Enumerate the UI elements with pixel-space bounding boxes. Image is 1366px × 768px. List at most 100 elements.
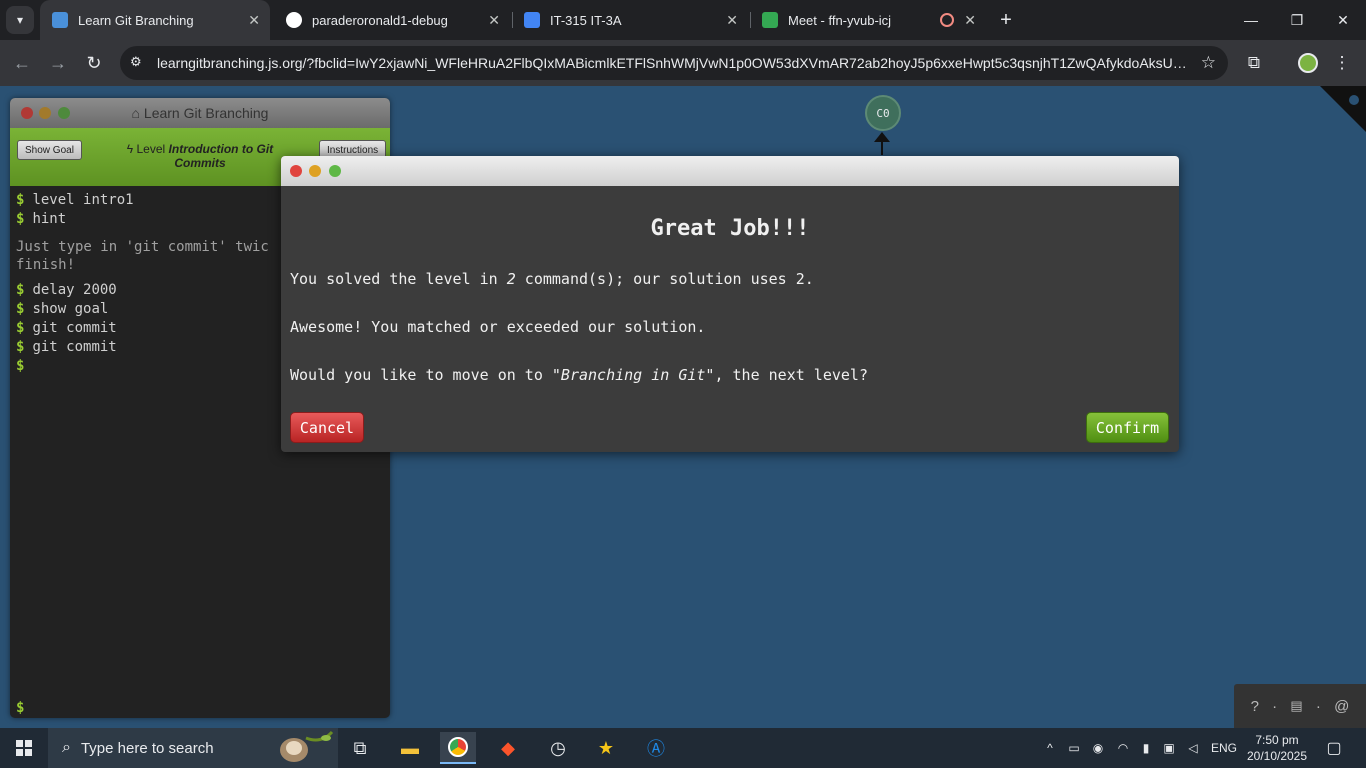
address-bar[interactable]: ⚙ learngitbranching.js.org/?fbclid=IwY2x… [120, 46, 1228, 80]
reload-button[interactable]: ↻ [80, 49, 108, 77]
app-store-icon[interactable]: Ⓐ [638, 732, 674, 764]
volume-icon[interactable]: ◁ [1182, 728, 1204, 768]
github-corner-icon[interactable] [1320, 86, 1366, 132]
chevron-down-icon: ▾ [16, 13, 24, 27]
dialog-text: Would you like to move on to [290, 366, 552, 384]
start-button[interactable] [0, 728, 48, 768]
level-title: ϟ Level Introduction to Git Commits [120, 142, 280, 170]
command-count: 2 [506, 270, 516, 288]
search-icon: ⌕ [62, 739, 71, 756]
command-text: git commit [32, 320, 117, 336]
page-content: ⌂ Learn Git Branching Show Goal ϟ Level … [0, 86, 1366, 728]
confirm-button[interactable]: Confirm [1086, 412, 1169, 443]
search-highlight-sloth-icon [280, 730, 334, 762]
prompt: $ [16, 211, 25, 227]
webcam-icon[interactable]: ◉ [1088, 728, 1108, 768]
dialog-heading: Great Job!!! [650, 216, 810, 241]
chrome-taskbar-icon[interactable] [440, 732, 476, 764]
show-hidden-icons[interactable]: ^ [1040, 728, 1060, 768]
help-toolbar: ? · ▤ · @ [1234, 684, 1366, 728]
profile-avatar[interactable] [1296, 51, 1320, 75]
recording-icon [940, 13, 954, 27]
cancel-button[interactable]: Cancel [290, 412, 364, 443]
tab-learn-git-branching[interactable]: Learn Git Branching ✕ [40, 0, 270, 40]
terminal-input[interactable]: $ [16, 700, 24, 716]
prompt: $ [16, 320, 25, 336]
level-prefix: Level [136, 142, 166, 156]
next-level-name: "Branching in Git" [551, 366, 715, 384]
forward-button[interactable]: → [44, 49, 72, 77]
bolt-icon: ϟ [126, 142, 134, 156]
tab-classroom[interactable]: IT-315 IT-3A ✕ [512, 0, 748, 40]
close-icon[interactable]: ✕ [964, 12, 976, 29]
brave-icon[interactable]: ◆ [490, 732, 526, 764]
browser-toolbar: ← → ↻ ⚙ learngitbranching.js.org/?fbclid… [0, 40, 1366, 86]
windows-taskbar: ⌕ Type here to search ⧉ ▬ ◆ ◷ ★ Ⓐ ^ ▭ ◉ … [0, 728, 1366, 768]
close-window-button[interactable]: ✕ [1320, 0, 1366, 40]
dialog-text: command(s); our solution uses 2. [515, 270, 814, 288]
notifications-icon[interactable]: ▢ [1320, 728, 1348, 768]
site-settings-icon[interactable]: ⚙ [130, 54, 148, 72]
tab-title: IT-315 IT-3A [550, 12, 622, 28]
new-tab-button[interactable]: + [994, 6, 1018, 34]
prompt: $ [16, 192, 25, 208]
separator-dot: · [1272, 697, 1278, 715]
microphone-icon[interactable]: ▮ [1136, 728, 1156, 768]
maximize-dot-icon[interactable] [329, 165, 341, 177]
terminal-title-text: Learn Git Branching [143, 105, 269, 121]
meet-favicon-icon [762, 12, 778, 28]
star-app-icon[interactable]: ★ [588, 732, 624, 764]
clock-date: 20/10/2025 [1246, 749, 1308, 763]
minimize-dot-icon[interactable] [309, 165, 321, 177]
tab-title: paraderoronald1-debug [312, 12, 448, 28]
file-explorer-icon[interactable]: ▬ [392, 732, 428, 764]
language-icon[interactable]: ▤ [1290, 698, 1302, 714]
back-button[interactable]: ← [8, 49, 36, 77]
commit-node[interactable]: C0 [865, 95, 901, 131]
help-icon[interactable]: ? [1251, 698, 1259, 715]
prompt: $ [16, 339, 25, 355]
wifi-icon[interactable]: ◠ [1112, 728, 1134, 768]
close-dot-icon[interactable] [290, 165, 302, 177]
url-host: learngitbranching.js.org [157, 55, 303, 71]
tab-github[interactable]: paraderoronald1-debug ✕ [274, 0, 510, 40]
language-indicator[interactable]: ENG [1208, 728, 1240, 768]
menu-kebab-icon[interactable]: ⋮ [1330, 51, 1354, 75]
learn-git-favicon-icon [52, 12, 68, 28]
close-icon[interactable]: ✕ [248, 12, 260, 29]
dialog-line-next: Would you like to move on to "Branching … [290, 366, 868, 384]
show-goal-button[interactable]: Show Goal [17, 140, 82, 160]
prompt: $ [16, 358, 25, 374]
url-path: /?fbclid=IwY2xjawNi_WFleHRuA2FlbQIxMABic… [302, 55, 1187, 71]
restore-button[interactable]: ❐ [1274, 0, 1320, 40]
tab-meet[interactable]: Meet - ffn-yvub-icj ✕ [750, 0, 986, 40]
close-icon[interactable]: ✕ [488, 12, 500, 29]
network-icon[interactable]: ▣ [1158, 728, 1180, 768]
level-complete-dialog: Great Job!!! You solved the level in 2 c… [281, 156, 1179, 452]
task-view-icon[interactable]: ⧉ [342, 732, 378, 764]
extensions-icon[interactable]: ⧉ [1242, 51, 1266, 75]
branch-arrow-line [881, 141, 883, 155]
battery-icon[interactable]: ▭ [1064, 728, 1084, 768]
command-text: delay 2000 [32, 282, 117, 298]
threads-icon[interactable]: @ [1334, 698, 1349, 715]
separator-dot: · [1315, 697, 1321, 715]
taskbar-search[interactable]: ⌕ Type here to search [48, 728, 338, 768]
minimize-button[interactable]: — [1228, 0, 1274, 40]
tab-search-button[interactable]: ▾ [6, 6, 34, 34]
home-icon: ⌂ [131, 105, 141, 121]
clock-app-icon[interactable]: ◷ [540, 732, 576, 764]
url-text[interactable]: learngitbranching.js.org/?fbclid=IwY2xja… [157, 55, 1187, 73]
bookmark-star-icon[interactable]: ☆ [1201, 53, 1216, 73]
tab-title: Meet - ffn-yvub-icj [788, 12, 892, 28]
dialog-text: You solved the level in [290, 270, 507, 288]
close-icon[interactable]: ✕ [726, 12, 738, 29]
taskbar-clock[interactable]: 7:50 pm 20/10/2025 [1240, 732, 1314, 764]
search-placeholder: Type here to search [80, 739, 214, 757]
dialog-line-awesome: Awesome! You matched or exceeded our sol… [290, 318, 706, 336]
tab-strip: ▾ Learn Git Branching ✕ paraderoronald1-… [0, 0, 1366, 40]
terminal-title: ⌂ Learn Git Branching [10, 105, 390, 121]
command-text: show goal [32, 301, 109, 317]
windows-logo-icon [16, 740, 32, 756]
command-text: level intro1 [32, 192, 134, 208]
